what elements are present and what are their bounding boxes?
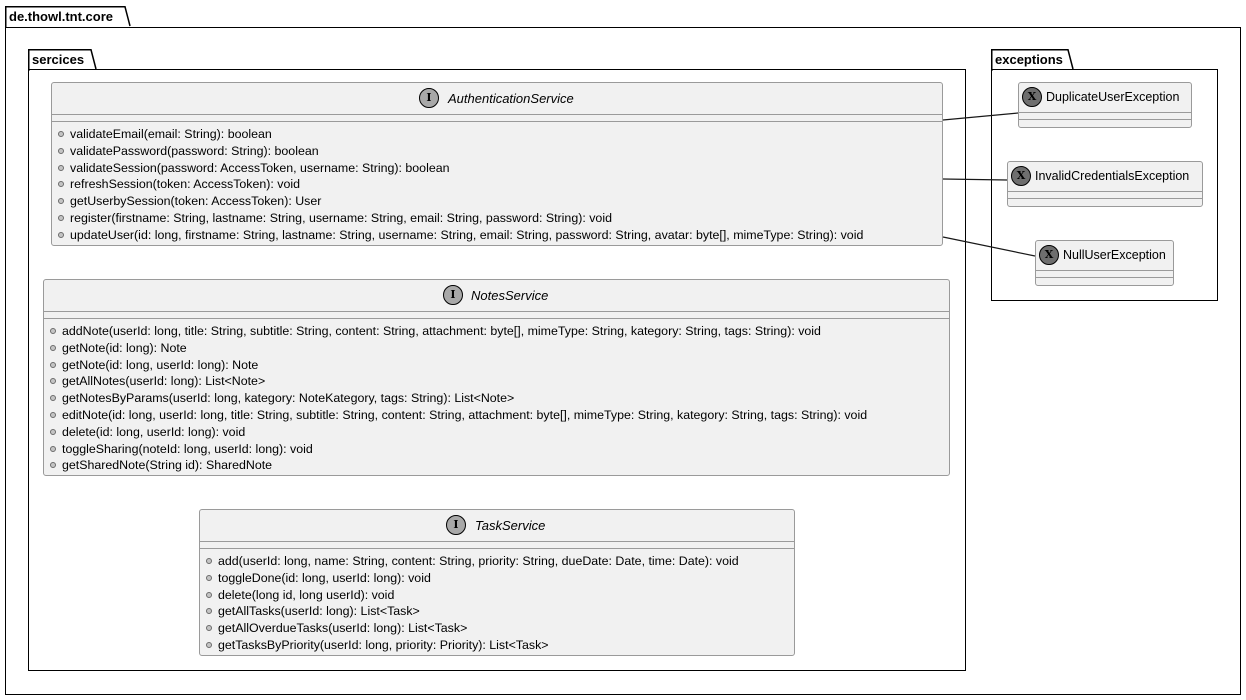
link-auth-null bbox=[942, 236, 1036, 257]
link-auth-invalid bbox=[942, 178, 1008, 181]
association-lines bbox=[942, 112, 1036, 257]
link-auth-duplicate bbox=[942, 112, 1019, 121]
